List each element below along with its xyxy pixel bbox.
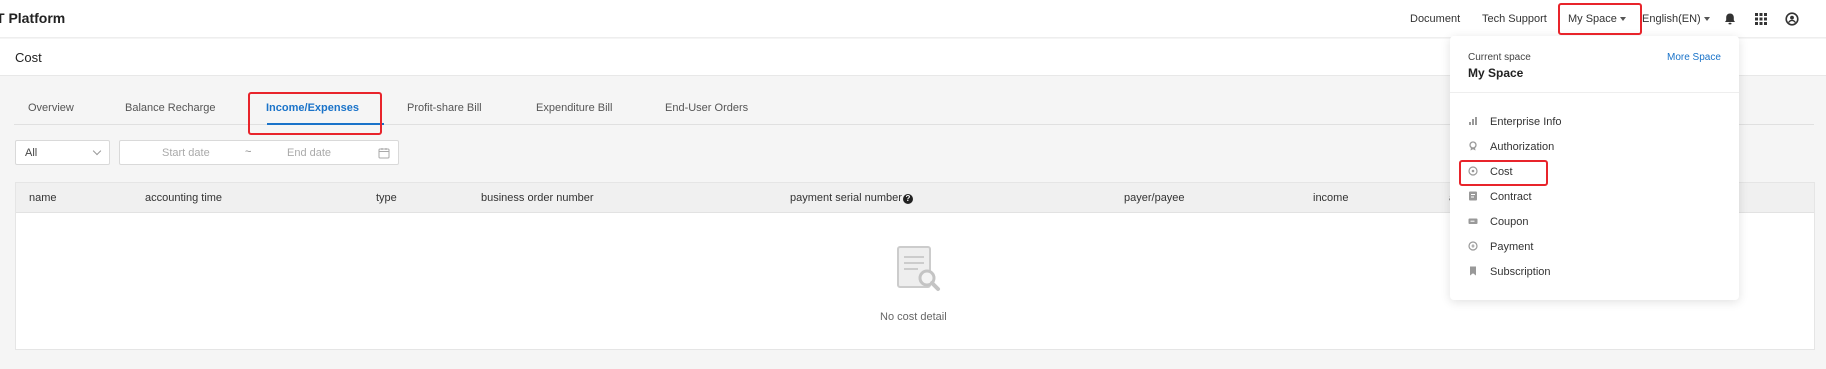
date-range-picker[interactable]: Start date ~ End date bbox=[119, 140, 399, 165]
language-label: English(EN) bbox=[1642, 13, 1701, 25]
help-icon[interactable]: ? bbox=[902, 194, 913, 204]
dropdown-divider bbox=[1450, 92, 1739, 93]
column-header: business order number bbox=[481, 192, 594, 204]
empty-state-text: No cost detail bbox=[880, 311, 947, 323]
tab-end-user-orders[interactable]: End-User Orders bbox=[665, 102, 748, 114]
column-header: accounting time bbox=[145, 192, 223, 204]
chevron-down-icon bbox=[1703, 17, 1710, 22]
tab-balance-recharge[interactable]: Balance Recharge bbox=[125, 102, 216, 114]
language-selector[interactable]: English(EN) bbox=[1642, 13, 1710, 25]
type-filter-value: All bbox=[25, 147, 38, 159]
calendar-icon[interactable] bbox=[378, 147, 390, 159]
user-account-icon[interactable] bbox=[1785, 12, 1799, 26]
chart-icon bbox=[1469, 117, 1477, 125]
column-header: payment serial number bbox=[790, 192, 902, 204]
contract-icon bbox=[1469, 191, 1477, 201]
current-space-label: Current space bbox=[1468, 52, 1531, 63]
page-title: Cost bbox=[15, 50, 42, 65]
my-space-dropdown: Current space My Space More Space Enterp… bbox=[1450, 36, 1739, 300]
end-date-input[interactable]: End date bbox=[287, 147, 331, 159]
coupon-icon bbox=[1468, 218, 1478, 224]
coin-icon bbox=[1468, 166, 1478, 176]
empty-document-icon bbox=[897, 246, 940, 291]
chevron-down-icon bbox=[92, 146, 102, 156]
my-space-menu[interactable]: My Space bbox=[1564, 5, 1640, 33]
nav-tech-support-link[interactable]: Tech Support bbox=[1482, 13, 1547, 25]
column-header: income bbox=[1313, 192, 1349, 204]
tab-overview[interactable]: Overview bbox=[28, 102, 74, 114]
chevron-down-icon bbox=[1619, 17, 1626, 22]
start-date-input[interactable]: Start date bbox=[162, 147, 210, 159]
nav-document-link[interactable]: Document bbox=[1410, 13, 1460, 25]
active-tab-indicator bbox=[267, 123, 384, 125]
column-header-payment-serial: payment serial number? bbox=[790, 192, 913, 204]
column-header: name bbox=[29, 192, 57, 204]
more-space-link[interactable]: More Space bbox=[1667, 52, 1721, 63]
top-navbar: T Platform Document Tech Support My Spac… bbox=[0, 0, 1826, 38]
my-space-label: My Space bbox=[1568, 13, 1617, 25]
column-header: type bbox=[376, 192, 397, 204]
column-header: payer/payee bbox=[1124, 192, 1185, 204]
tab-expenditure-bill[interactable]: Expenditure Bill bbox=[536, 102, 612, 114]
platform-logo[interactable]: T Platform bbox=[0, 10, 65, 26]
badge-icon bbox=[1469, 141, 1477, 151]
type-filter-select[interactable]: All bbox=[15, 140, 110, 165]
menu-item-label: Coupon bbox=[1490, 216, 1529, 228]
menu-item-label: Authorization bbox=[1490, 141, 1555, 153]
apps-grid-icon[interactable] bbox=[1754, 12, 1768, 26]
date-separator: ~ bbox=[245, 146, 252, 158]
payment-icon bbox=[1468, 241, 1478, 251]
menu-item-label: Contract bbox=[1490, 191, 1532, 203]
current-space-value: My Space bbox=[1468, 66, 1524, 80]
tab-profit-share-bill[interactable]: Profit-share Bill bbox=[407, 102, 482, 114]
menu-item-label: Cost bbox=[1490, 166, 1513, 178]
menu-item-label: Subscription bbox=[1490, 266, 1551, 278]
bookmark-icon bbox=[1470, 266, 1476, 276]
tab-income-expenses[interactable]: Income/Expenses bbox=[266, 102, 359, 114]
menu-item-label: Payment bbox=[1490, 241, 1534, 253]
bell-icon[interactable] bbox=[1723, 12, 1737, 26]
menu-item-label: Enterprise Info bbox=[1490, 116, 1562, 128]
